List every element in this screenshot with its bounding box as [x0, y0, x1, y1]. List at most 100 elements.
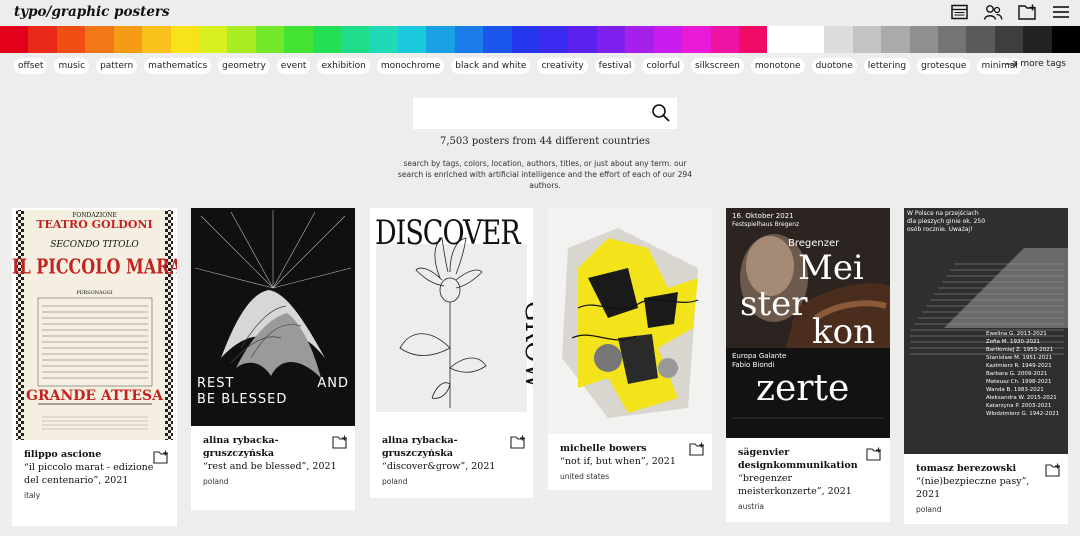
add-folder-icon[interactable] — [1016, 2, 1038, 22]
add-to-folder-icon[interactable] — [153, 450, 169, 464]
poster-image[interactable] — [548, 208, 712, 434]
color-swatch[interactable] — [881, 26, 910, 53]
tag-chip[interactable]: festival — [594, 58, 636, 74]
tag-chip[interactable]: colorful — [642, 58, 684, 74]
color-swatch[interactable] — [341, 26, 370, 53]
tag-chip[interactable]: offset — [14, 58, 48, 74]
poster-image[interactable]: REST AND BE BLESSED — [191, 208, 355, 426]
color-swatch[interactable] — [625, 26, 654, 53]
color-swatch[interactable] — [454, 26, 484, 53]
color-swatch[interactable] — [483, 26, 512, 53]
poster-country[interactable]: italy — [24, 491, 165, 500]
poster-text: ster — [740, 284, 808, 324]
color-swatch[interactable] — [284, 26, 313, 53]
color-swatch[interactable] — [994, 26, 1024, 53]
add-to-folder-icon[interactable] — [1045, 463, 1061, 477]
poster-card[interactable]: DISCOVER GROW alina rybacka-gruszczyńska… — [370, 208, 533, 498]
tag-chip[interactable]: creativity — [537, 58, 588, 74]
tag-chip[interactable]: grotesque — [917, 58, 971, 74]
poster-author[interactable]: sägenvier designkommunikation — [738, 446, 878, 472]
color-swatch[interactable] — [795, 26, 825, 53]
poster-text: W Polsce na przejściach — [907, 210, 979, 217]
tag-chip[interactable]: event — [276, 58, 311, 74]
poster-view-icon[interactable] — [948, 2, 970, 22]
poster-card[interactable]: W Polsce na przejściach dla pieszych gin… — [904, 208, 1068, 524]
color-swatch[interactable] — [85, 26, 114, 53]
color-swatch[interactable] — [1023, 26, 1052, 53]
poster-image[interactable]: 16. Oktober 2021 Festspielhaus Bregenz B… — [726, 208, 890, 438]
color-swatch[interactable] — [255, 26, 285, 53]
color-swatch[interactable] — [227, 26, 256, 53]
poster-country[interactable]: poland — [382, 477, 521, 486]
tag-chip[interactable]: pattern — [96, 58, 138, 74]
search-input[interactable] — [413, 98, 633, 129]
color-swatch[interactable] — [568, 26, 597, 53]
poster-text: Mei — [798, 248, 864, 288]
color-swatch[interactable] — [0, 26, 29, 53]
poster-author[interactable]: michelle bowers — [560, 442, 700, 455]
color-swatch[interactable] — [113, 26, 143, 53]
color-swatch[interactable] — [767, 26, 796, 53]
poster-text: IL PICCOLO MARAT — [12, 254, 177, 279]
color-swatch[interactable] — [142, 26, 171, 53]
more-tags-link[interactable]: more tags — [1006, 59, 1066, 69]
menu-icon[interactable] — [1050, 2, 1072, 22]
tag-chip[interactable]: monotone — [750, 58, 805, 74]
poster-author[interactable]: filippo ascione — [24, 448, 165, 461]
color-swatch[interactable] — [312, 26, 342, 53]
top-bar: typo/graphic posters — [0, 0, 1080, 26]
add-to-folder-icon[interactable] — [689, 442, 705, 456]
site-logo[interactable]: typo/graphic posters — [14, 4, 170, 20]
color-swatch[interactable] — [170, 26, 199, 53]
add-to-folder-icon[interactable] — [510, 435, 526, 449]
color-swatch[interactable] — [56, 26, 86, 53]
poster-image[interactable]: DISCOVER GROW — [370, 208, 533, 420]
tag-chip[interactable]: duotone — [811, 58, 857, 74]
color-swatch[interactable] — [596, 26, 626, 53]
color-swatch[interactable] — [28, 26, 57, 53]
search-icon[interactable] — [651, 103, 671, 123]
poster-author[interactable]: alina rybacka-gruszczyńska — [203, 434, 343, 460]
tag-chip[interactable]: black and white — [451, 58, 531, 74]
tag-chip[interactable]: geometry — [218, 58, 270, 74]
poster-card[interactable]: REST AND BE BLESSED alina rybacka-gruszc… — [191, 208, 355, 510]
tag-chip[interactable]: exhibition — [317, 58, 370, 74]
poster-image[interactable]: FONDAZIONE TEATRO GOLDONI SECONDO TITOLO… — [12, 208, 177, 442]
poster-card[interactable]: michelle bowers “not if, but when”, 2021… — [548, 208, 712, 490]
poster-country[interactable]: united states — [560, 472, 700, 481]
tag-chip[interactable]: mathematics — [144, 58, 212, 74]
color-swatch[interactable] — [710, 26, 739, 53]
poster-image[interactable]: W Polsce na przejściach dla pieszych gin… — [904, 208, 1068, 454]
color-swatch[interactable] — [852, 26, 882, 53]
poster-card[interactable]: 16. Oktober 2021 Festspielhaus Bregenz B… — [726, 208, 890, 522]
color-swatch[interactable] — [511, 26, 541, 53]
color-swatch[interactable] — [937, 26, 967, 53]
poster-text: DISCOVER — [375, 214, 521, 253]
color-swatch[interactable] — [369, 26, 398, 53]
tag-chip[interactable]: lettering — [863, 58, 911, 74]
add-to-folder-icon[interactable] — [866, 447, 882, 461]
poster-card[interactable]: FONDAZIONE TEATRO GOLDONI SECONDO TITOLO… — [12, 208, 177, 526]
poster-author[interactable]: alina rybacka-gruszczyńska — [382, 434, 521, 460]
poster-author[interactable]: tomasz berezowski — [916, 462, 1056, 475]
color-swatch[interactable] — [1051, 26, 1080, 53]
poster-country[interactable]: poland — [203, 477, 343, 486]
color-swatch[interactable] — [738, 26, 768, 53]
color-swatch[interactable] — [966, 26, 995, 53]
tag-chip[interactable]: silkscreen — [690, 58, 744, 74]
authors-icon[interactable] — [982, 2, 1004, 22]
poster-info: alina rybacka-gruszczyńska “rest and be … — [191, 434, 355, 486]
color-swatch[interactable] — [198, 26, 228, 53]
poster-country[interactable]: austria — [738, 502, 878, 511]
color-swatch[interactable] — [909, 26, 938, 53]
color-swatch[interactable] — [540, 26, 569, 53]
color-swatch[interactable] — [682, 26, 711, 53]
color-swatch[interactable] — [824, 26, 853, 53]
tag-chip[interactable]: monochrome — [376, 58, 445, 74]
tag-chip[interactable]: music — [54, 58, 90, 74]
color-swatch[interactable] — [397, 26, 427, 53]
color-swatch[interactable] — [426, 26, 455, 53]
color-swatch[interactable] — [653, 26, 683, 53]
add-to-folder-icon[interactable] — [332, 435, 348, 449]
poster-country[interactable]: poland — [916, 505, 1056, 514]
